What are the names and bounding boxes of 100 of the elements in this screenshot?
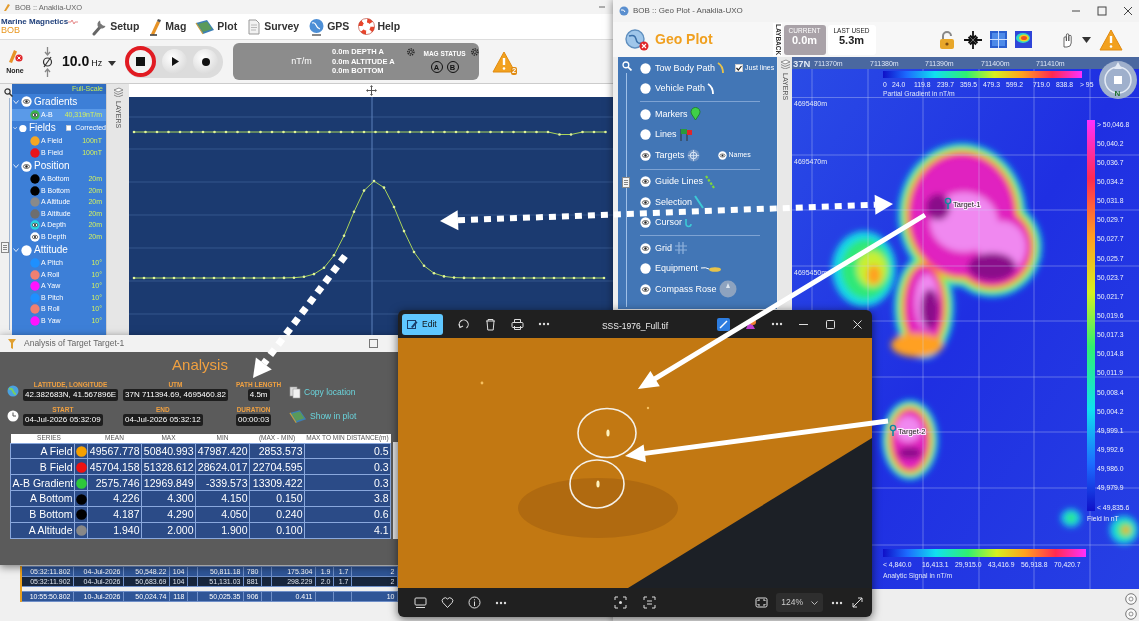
maximize-icon[interactable]: [824, 317, 837, 331]
more-icon[interactable]: [537, 322, 550, 326]
radio-circle-icon[interactable]: [640, 263, 651, 275]
eye-toggle-icon[interactable]: [21, 160, 32, 172]
menu-item[interactable]: Survey: [246, 18, 300, 35]
menu-item[interactable]: Plot: [195, 18, 238, 35]
rotate-icon[interactable]: [456, 317, 470, 331]
close-icon[interactable]: [851, 317, 864, 331]
radio-circle-icon[interactable]: [19, 122, 27, 134]
eye-toggle-icon[interactable]: [640, 217, 651, 229]
more-icon[interactable]: [771, 322, 783, 326]
zoom-dropdown[interactable]: 124%: [776, 593, 823, 612]
layer-label: Selection: [655, 196, 693, 208]
table-cell: 47987.420: [195, 443, 250, 459]
caret-icon[interactable]: [1081, 36, 1091, 43]
rate-dropdown[interactable]: 10.0 Hz: [62, 53, 117, 70]
target-marker-icon[interactable]: [944, 197, 952, 210]
pen-icon: [3, 2, 11, 12]
round-button-icon[interactable]: [1125, 608, 1137, 620]
value-field: 04-Jul-2026 05:32:09: [23, 414, 103, 426]
heatmap-icon[interactable]: [1014, 31, 1032, 48]
eye-toggle-icon[interactable]: [30, 109, 40, 120]
layers-icon: [112, 87, 124, 97]
print-icon[interactable]: [510, 317, 524, 331]
menu-item[interactable]: Mag: [148, 17, 187, 36]
pulse-icon: [68, 19, 79, 25]
scrollbar[interactable]: [393, 442, 398, 539]
zoom-icon[interactable]: [4, 88, 13, 97]
close-icon[interactable]: [1123, 6, 1133, 16]
eye-toggle-icon[interactable]: [640, 196, 651, 208]
padlock-icon[interactable]: [937, 29, 956, 50]
circle-annotation: [569, 459, 625, 509]
app-globe-icon: [619, 6, 629, 16]
checkbox[interactable]: [735, 64, 744, 73]
pen-icon: [148, 17, 164, 36]
table-cell: 2853.573: [249, 443, 305, 459]
fit-screen-icon[interactable]: [755, 596, 769, 609]
play-button[interactable]: [162, 49, 188, 74]
record-icon: [201, 57, 210, 66]
more-icon[interactable]: [495, 600, 507, 605]
dialog-heading: Analysis: [171, 355, 229, 375]
copy-icon: [289, 386, 301, 399]
slider-handle-icon[interactable]: [622, 177, 630, 188]
caret-icon: [108, 61, 117, 67]
more-icon[interactable]: [831, 600, 843, 605]
scan-icon[interactable]: [643, 596, 656, 609]
record-button[interactable]: [193, 49, 219, 74]
radio-circle-icon[interactable]: [640, 83, 651, 95]
layer-label: Targets: [655, 149, 685, 161]
radio-circle-icon[interactable]: [640, 62, 651, 74]
crosshair-icon: [686, 148, 700, 162]
window-heading: Geo Plot: [655, 31, 713, 48]
target-marker-icon[interactable]: [889, 424, 897, 437]
eye-toggle-icon[interactable]: [640, 149, 651, 161]
lifebuoy-icon: [358, 18, 376, 35]
layer-label: Vehicle Path: [655, 83, 706, 95]
eye-toggle-icon[interactable]: [717, 150, 727, 160]
action-link[interactable]: Show in plot: [289, 409, 357, 424]
pen-x-icon: [6, 47, 24, 64]
layer-group-label: Position: [34, 160, 70, 172]
round-button-icon[interactable]: [1125, 593, 1137, 605]
grid-icon: [674, 242, 688, 255]
compass-rose-icon[interactable]: [1099, 61, 1137, 99]
radio-circle-icon[interactable]: [640, 129, 651, 141]
compress-arrows-icon[interactable]: [963, 30, 982, 49]
edit-button[interactable]: Edit: [402, 313, 443, 335]
layers-icon: [779, 59, 791, 69]
layer-label: Cursor: [655, 217, 682, 229]
eye-toggle-icon[interactable]: [640, 176, 651, 188]
radio-circle-icon[interactable]: [21, 244, 32, 256]
eye-toggle-icon[interactable]: [30, 231, 40, 242]
compass-icon: [718, 280, 737, 299]
delete-icon[interactable]: [483, 317, 497, 331]
grid-view-icon[interactable]: [989, 31, 1007, 48]
compass-north-label: N: [1114, 89, 1121, 98]
menu-item[interactable]: Help: [358, 18, 401, 35]
radio-circle-icon[interactable]: [640, 108, 651, 120]
expand-icon[interactable]: [851, 596, 864, 609]
focus-icon[interactable]: [614, 596, 627, 609]
magnetic-anomaly: [1110, 516, 1138, 544]
eye-toggle-icon[interactable]: [640, 283, 651, 295]
action-link[interactable]: Copy location: [289, 386, 356, 399]
window-title: Analysis of Target Target-1: [24, 338, 125, 349]
eye-toggle-icon[interactable]: [30, 220, 40, 231]
menu-item[interactable]: Setup: [91, 17, 140, 36]
globe-icon: [308, 17, 326, 36]
eye-toggle-icon[interactable]: [640, 242, 651, 254]
move-icon[interactable]: [366, 85, 377, 96]
cursor-icon: [684, 217, 692, 228]
circle-annotation: [577, 407, 637, 459]
heart-icon[interactable]: [441, 596, 454, 609]
filmstrip-icon[interactable]: [414, 596, 427, 609]
map-pin-icon: [689, 107, 701, 122]
stop-button[interactable]: [125, 46, 157, 77]
gear-icon[interactable]: [469, 47, 480, 57]
info-icon[interactable]: [468, 596, 481, 609]
app-tile-icon[interactable]: [717, 317, 730, 331]
menu-item[interactable]: GPS: [308, 17, 350, 36]
eye-toggle-icon[interactable]: [21, 96, 32, 107]
slider-handle-icon[interactable]: [1, 242, 9, 253]
